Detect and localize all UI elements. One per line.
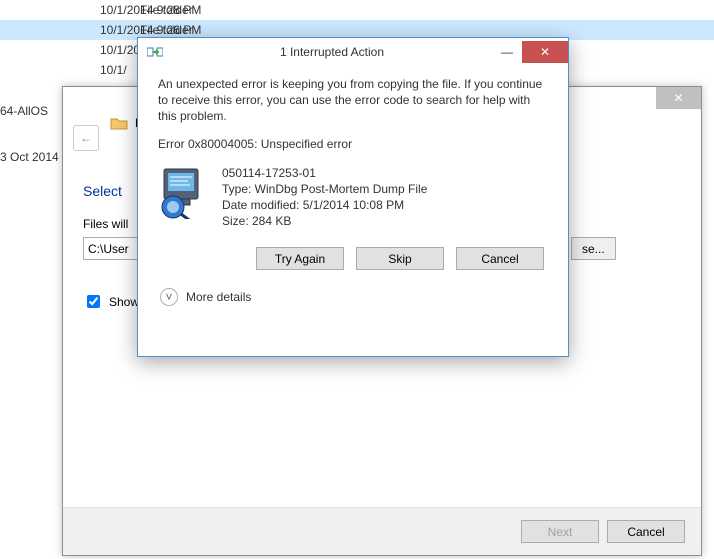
arrow-left-icon: ← [80, 131, 92, 145]
file-type: File folder [120, 3, 193, 17]
close-icon: ✕ [540, 45, 550, 59]
show-extracted-label: Show [109, 295, 139, 309]
file-date: 10/1/ [0, 63, 120, 77]
background-window-fragment: 64-AllOS 3 Oct 2014 [0, 90, 62, 410]
file-type-label: Type: WinDbg Post-Mortem Dump File [222, 181, 427, 197]
file-date: 10/1/2014 9:26 PM [0, 43, 120, 57]
file-type: File folder [120, 23, 193, 37]
more-details-toggle[interactable]: ˅ More details [160, 288, 548, 318]
try-again-button[interactable]: Try Again [256, 247, 344, 270]
chevron-down-icon: ˅ [160, 288, 178, 306]
cancel-button[interactable]: Cancel [607, 520, 685, 543]
minimize-icon: — [501, 45, 513, 59]
dump-file-icon [158, 165, 208, 219]
close-button[interactable]: ✕ [656, 87, 701, 109]
file-list-row[interactable]: 10/1/2014 9:28 PM File folder [0, 0, 714, 20]
browse-button[interactable]: se... [571, 237, 616, 260]
error-code: Error 0x80004005: Unspecified error [158, 137, 548, 151]
bg-text: 64-AllOS [0, 90, 62, 118]
error-message: An unexpected error is keeping you from … [158, 76, 548, 125]
file-date-label: Date modified: 5/1/2014 10:08 PM [222, 197, 427, 213]
cancel-button[interactable]: Cancel [456, 247, 544, 270]
more-details-label: More details [186, 290, 251, 304]
file-name: 050114-17253-01 [222, 165, 427, 181]
dialog-title: 1 Interrupted Action [172, 45, 492, 59]
folder-icon [109, 113, 129, 133]
copy-transfer-icon [146, 43, 164, 61]
back-button[interactable]: ← [73, 125, 99, 151]
bg-text: 3 Oct 2014 [0, 118, 62, 164]
skip-button[interactable]: Skip [356, 247, 444, 270]
file-date: 10/1/2014 9:26 PM [0, 23, 120, 37]
minimize-button[interactable]: — [492, 41, 522, 63]
close-button[interactable]: ✕ [522, 41, 568, 63]
file-size-label: Size: 284 KB [222, 213, 427, 229]
file-date: 10/1/2014 9:28 PM [0, 3, 120, 17]
show-extracted-checkbox[interactable] [87, 295, 100, 308]
next-button: Next [521, 520, 599, 543]
close-icon: ✕ [673, 91, 683, 105]
interrupted-action-dialog: 1 Interrupted Action — ✕ An unexpected e… [137, 37, 569, 357]
